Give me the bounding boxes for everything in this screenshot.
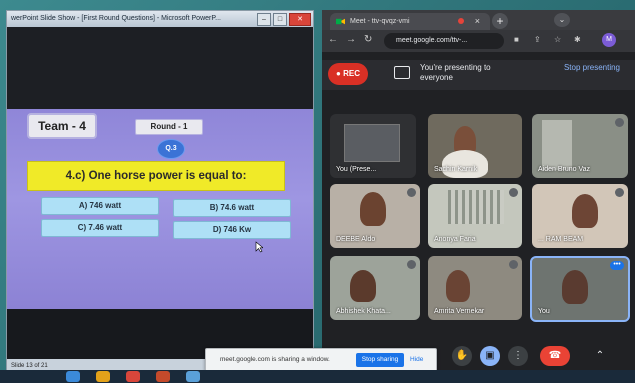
- participant-name: Aiden Bruno Vaz: [538, 166, 591, 173]
- address-bar: ← → ↻ meet.google.com/ttv-... ■ ⇪ ☆ ✱ M: [322, 30, 635, 52]
- mic-off-icon: [509, 260, 518, 269]
- rec-label: REC: [343, 69, 360, 78]
- round-label: Round - 1: [135, 119, 203, 135]
- option-c: C) 7.46 watt: [41, 219, 159, 237]
- mic-off-icon: [407, 260, 416, 269]
- participant-name: You: [538, 308, 550, 315]
- hide-button[interactable]: Hide: [410, 353, 423, 367]
- participant-tile[interactable]: DEEBE Aldo: [330, 184, 420, 248]
- end-call-icon[interactable]: ☎: [540, 346, 570, 366]
- participant-video: [572, 194, 598, 228]
- window-controls: – □ ✕: [257, 13, 311, 26]
- meet-window: Meet - ttv-qvqz-vmi × + ⌄ ← → ↻ meet.goo…: [322, 10, 635, 372]
- meet-tab-icon: [336, 18, 345, 25]
- extensions-icon[interactable]: ✱: [574, 35, 581, 44]
- plus-icon[interactable]: +: [492, 13, 508, 29]
- powerpoint-window: werPoint Slide Show - [First Round Quest…: [6, 10, 314, 374]
- participant-name: You (Prese...: [336, 166, 377, 173]
- participant-video: [360, 192, 386, 226]
- screen-preview: [344, 124, 400, 162]
- participant-video: [442, 150, 488, 178]
- star-icon[interactable]: ☆: [554, 35, 561, 44]
- present-icon[interactable]: ▣: [480, 346, 500, 366]
- maximize-icon[interactable]: □: [273, 13, 287, 26]
- participant-name: DEEBE Aldo: [336, 236, 376, 243]
- option-a: A) 746 watt: [41, 197, 159, 215]
- camera-icon[interactable]: ■: [514, 35, 519, 44]
- question-text: 4.c) One horse power is equal to:: [27, 161, 285, 191]
- participant-tile[interactable]: Abhishek Khata...: [330, 256, 420, 320]
- participant-video: [446, 270, 470, 302]
- present-icon: [394, 66, 410, 79]
- mic-off-icon: [509, 188, 518, 197]
- tab-title: Meet - ttv-qvqz-vmi: [350, 18, 410, 25]
- back-icon[interactable]: ←: [328, 34, 338, 45]
- mic-off-icon: [407, 188, 416, 197]
- close-icon[interactable]: ×: [475, 13, 480, 30]
- stop-sharing-button[interactable]: Stop sharing: [356, 353, 404, 367]
- close-icon[interactable]: ✕: [289, 13, 311, 26]
- presenting-bar: ● REC You're presenting to everyone Stop…: [322, 60, 635, 90]
- folder-icon[interactable]: [96, 371, 110, 382]
- stop-presenting-button[interactable]: Stop presenting: [560, 63, 624, 73]
- participant-name: ... RAM BEAM: [538, 236, 584, 243]
- profile-avatar[interactable]: M: [602, 33, 616, 47]
- participant-tile[interactable]: Sachin Karnik: [428, 114, 522, 178]
- participant-tile-self[interactable]: ••• You: [530, 256, 630, 322]
- participant-tile[interactable]: Anonya Faria: [428, 184, 522, 248]
- presenting-text: You're presenting to everyone: [420, 63, 491, 82]
- participant-tile[interactable]: Amrita Vernekar: [428, 256, 522, 320]
- sharing-text: meet.google.com is sharing a window.: [220, 356, 330, 363]
- powerpoint-icon[interactable]: [156, 371, 170, 382]
- taskbar: [0, 370, 635, 383]
- reload-icon[interactable]: ↻: [364, 34, 372, 45]
- mouse-cursor-icon: [255, 241, 263, 253]
- participant-video: [448, 190, 504, 224]
- participant-name: Anonya Faria: [434, 236, 476, 243]
- rec-badge[interactable]: ● REC: [328, 63, 368, 85]
- participant-name: Sachin Karnik: [434, 166, 478, 173]
- mic-off-icon: [615, 188, 624, 197]
- app-icon[interactable]: [186, 371, 200, 382]
- sharing-notification: meet.google.com is sharing a window. Sto…: [205, 348, 437, 372]
- mic-off-icon: [615, 118, 624, 127]
- minimize-icon[interactable]: –: [257, 13, 271, 26]
- more-icon[interactable]: ⋮: [508, 346, 528, 366]
- chrome-icon[interactable]: [126, 371, 140, 382]
- participant-tile[interactable]: You (Prese...: [330, 114, 416, 178]
- participant-tile[interactable]: ... RAM BEAM: [532, 184, 628, 248]
- participant-tile[interactable]: Aiden Bruno Vaz: [532, 114, 628, 178]
- url-input[interactable]: meet.google.com/ttv-...: [384, 33, 504, 49]
- team-label: Team - 4: [27, 113, 97, 139]
- more-icon[interactable]: •••: [610, 261, 624, 270]
- share-icon[interactable]: ⇪: [534, 35, 541, 44]
- meet-tab[interactable]: Meet - ttv-qvqz-vmi ×: [330, 13, 490, 30]
- forward-icon[interactable]: →: [346, 34, 356, 45]
- option-d: D) 746 Kw: [173, 221, 291, 239]
- hand-icon[interactable]: ✋: [452, 346, 472, 366]
- chevron-up-icon[interactable]: ⌃: [590, 346, 610, 366]
- chevron-down-icon[interactable]: ⌄: [554, 13, 570, 27]
- question-number-badge: Q.3: [157, 139, 185, 159]
- participant-video: [562, 270, 588, 304]
- browser-icon[interactable]: [66, 371, 80, 382]
- participant-video: [542, 120, 572, 170]
- slide-content: Team - 4 Round - 1 Q.3 4.c) One horse po…: [7, 109, 313, 309]
- participant-name: Amrita Vernekar: [434, 308, 485, 315]
- option-b: B) 74.6 watt: [173, 199, 291, 217]
- participant-name: Abhishek Khata...: [336, 308, 391, 315]
- recording-dot-icon: [458, 18, 464, 24]
- participant-video: [350, 270, 376, 302]
- slide-letterbox-top: [7, 27, 313, 109]
- tab-strip: Meet - ttv-qvqz-vmi × + ⌄: [322, 10, 635, 30]
